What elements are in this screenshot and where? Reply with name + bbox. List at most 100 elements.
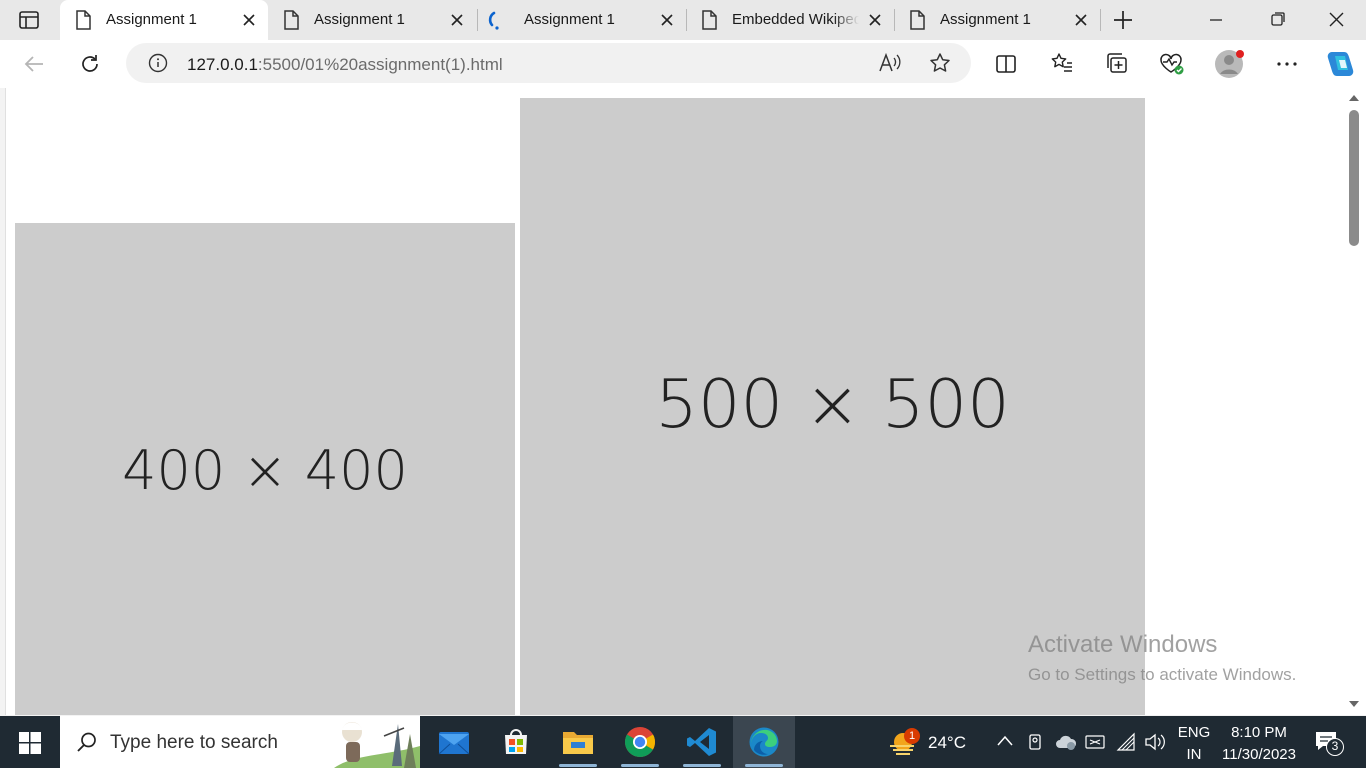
page-viewport: 400 × 400 500 × 500 Activate Windows Go … [5,88,1366,715]
close-icon[interactable] [868,13,882,27]
windows-logo-icon [19,732,41,754]
tab-2[interactable]: Assignment 1 [268,0,476,40]
video-camera-icon [1029,734,1041,750]
language-region: IN [1186,746,1202,763]
watermark-title: Activate Windows [1028,631,1218,658]
mail-app[interactable] [423,716,485,768]
star-icon [930,53,950,72]
notification-count: 3 [1331,739,1339,753]
split-screen-icon [996,55,1016,73]
tab-title: Embedded Wikipedia [732,11,859,28]
chevron-up-icon [997,735,1013,746]
new-tab-button[interactable] [1112,9,1134,31]
watermark-subtitle: Go to Settings to activate Windows. [1028,665,1297,684]
mail-icon [438,732,470,755]
scroll-up-arrow-icon[interactable] [1348,94,1360,102]
copilot-button[interactable] [1323,50,1355,78]
tab-title: Assignment 1 [314,11,405,28]
placeholder-image-500: 500 × 500 [520,98,1145,715]
onedrive-tray[interactable] [1054,733,1078,751]
minimize-button[interactable] [1208,12,1224,28]
tab-strip: Assignment 1 Assignment 1 Assignment 1 E… [0,0,1366,40]
microsoft-store-app[interactable] [485,716,547,768]
address-bar[interactable]: 127.0.0.1:5500/01%20assignment(1).html [126,43,971,83]
split-screen-button[interactable] [995,53,1017,75]
start-button[interactable] [19,732,41,754]
close-icon[interactable] [660,13,674,27]
file-explorer-app[interactable] [547,716,609,768]
minimize-icon [1210,19,1222,21]
search-icon [77,732,96,752]
info-icon[interactable] [148,53,168,73]
page-icon [702,10,717,30]
arrow-left-icon [24,56,43,72]
tab-4[interactable]: Embedded Wikipedia [686,0,894,40]
taskbar-search-box[interactable]: Type here to search [60,716,420,768]
show-hidden-icons-button[interactable] [996,734,1014,748]
placeholder-label: 400 × 400 [122,439,408,502]
vertical-scrollbar[interactable] [1346,88,1366,715]
read-aloud-button[interactable] [878,52,902,74]
close-window-button[interactable] [1328,11,1345,28]
copilot-icon [1327,52,1354,76]
close-icon[interactable] [242,13,256,27]
vscode-icon [687,728,716,756]
page-icon [284,10,299,30]
settings-menu-button[interactable] [1276,54,1298,74]
keyboard-ime-icon [1085,735,1105,749]
weather-widget[interactable]: 1 24°C [884,716,984,768]
network-tray[interactable] [1116,732,1136,752]
profile-button[interactable] [1214,49,1246,79]
vscode-app[interactable] [671,716,733,768]
page-icon [910,10,925,30]
edge-app[interactable] [733,716,795,768]
close-icon[interactable] [450,13,464,27]
tab-1[interactable]: Assignment 1 [60,0,268,40]
refresh-icon [82,55,98,72]
active-app-indicator [621,764,659,767]
active-app-indicator [683,764,721,767]
taskbar: Type here to search 1 24°C ENG IN 8:10 P… [0,716,1366,768]
chrome-app[interactable] [609,716,671,768]
url-host: 127.0.0.1 [187,55,258,74]
scroll-down-arrow-icon[interactable] [1348,700,1360,708]
tab-separator [1100,9,1101,31]
weather-badge: 1 [904,728,920,744]
favorites-button[interactable] [1050,52,1074,74]
search-placeholder: Type here to search [110,732,278,753]
restore-icon [1271,12,1285,26]
refresh-button[interactable] [79,53,101,75]
clock[interactable]: 8:10 PM 11/30/2023 [1214,722,1304,764]
url-text[interactable]: 127.0.0.1:5500/01%20assignment(1).html [187,55,503,75]
language-indicator[interactable]: ENG IN [1174,722,1214,764]
collections-icon [1107,53,1127,73]
language-code: ENG [1177,724,1211,741]
volume-tray[interactable] [1144,732,1166,752]
back-button[interactable] [23,53,45,75]
tab-3[interactable]: Assignment 1 [478,0,686,40]
page-icon [76,10,91,30]
store-icon [505,729,527,754]
read-aloud-icon [879,52,901,72]
input-indicator-tray[interactable] [1085,733,1105,751]
chrome-icon [624,727,656,758]
favorites-list-icon [1051,53,1072,72]
active-app-indicator [559,764,597,767]
search-highlight-illustration-icon [334,722,420,768]
browser-essentials-button[interactable] [1159,52,1185,76]
tab-actions-button[interactable] [18,9,40,31]
active-app-indicator [745,764,783,767]
more-icon [1277,62,1297,66]
tab-title: Assignment 1 [524,11,615,28]
edge-icon [749,727,779,757]
restore-button[interactable] [1270,11,1286,27]
favorite-button[interactable] [929,52,951,74]
close-icon[interactable] [1074,13,1088,27]
notification-center-button[interactable]: 3 [1314,730,1346,756]
collections-button[interactable] [1105,52,1129,74]
scroll-thumb[interactable] [1349,110,1359,246]
close-icon [1329,12,1344,27]
meet-now-tray[interactable] [1027,733,1045,751]
speaker-icon [1145,733,1165,751]
tab-5[interactable]: Assignment 1 [894,0,1100,40]
